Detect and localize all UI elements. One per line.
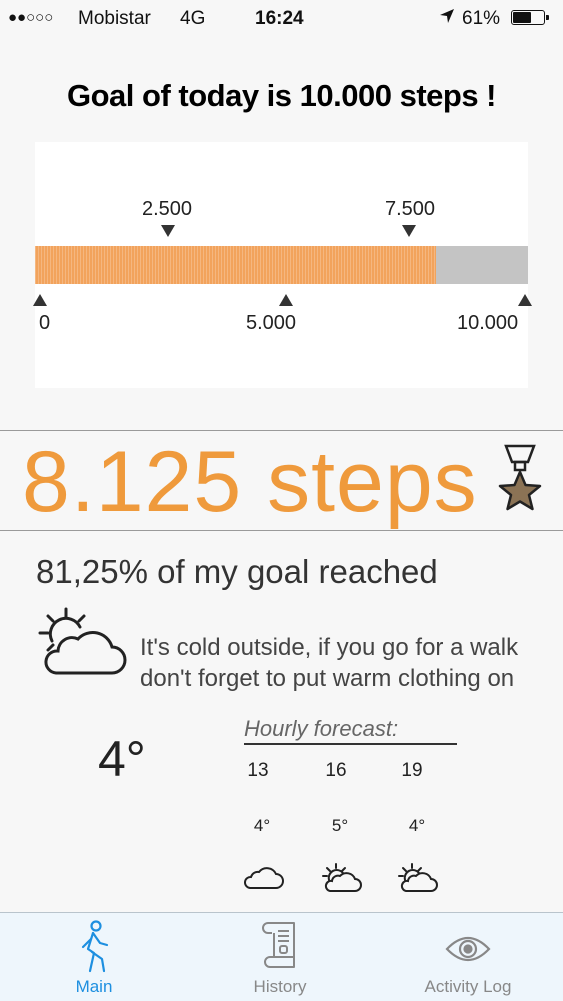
forecast-temp: 4° (253, 816, 271, 835)
progress-bar (35, 246, 528, 284)
forecast-temp: 4° (408, 816, 426, 835)
weather-message-line2: don't forget to put warm clothing on (140, 665, 515, 692)
tab-activity-log-label: Activity Log (424, 977, 512, 996)
partly-cloudy-icon (322, 863, 362, 892)
marker-down-arrow-icon (161, 225, 175, 237)
medal-icon (498, 444, 542, 511)
marker-label-5000: 5.000 (246, 312, 297, 334)
divider (0, 430, 563, 431)
hourly-underline (244, 743, 457, 745)
forecast-hour: 16 (325, 760, 347, 781)
forecast-hour: 19 (401, 760, 423, 781)
goal-title: Goal of today is 10.000 steps ! (67, 78, 497, 113)
marker-up-arrow-icon (518, 294, 532, 306)
forecast-temp: 5° (331, 816, 349, 835)
tab-activity-log[interactable]: Activity Log (398, 913, 538, 1001)
goal-reached-text: 81,25% of my goal reached (36, 553, 438, 590)
current-temperature: 4° (98, 731, 146, 787)
carrier-name: Mobistar (78, 8, 151, 29)
signal-strength: ●●○○○ (8, 9, 54, 26)
battery-percent: 61% (462, 8, 501, 29)
marker-label-7500: 7.500 (385, 198, 436, 220)
cloud-icon (244, 867, 284, 889)
hourly-forecast-title: Hourly forecast: (244, 716, 399, 741)
eye-icon (445, 936, 491, 962)
weather-message-line1: It's cold outside, if you go for a walk (140, 634, 519, 661)
tab-bar: Main History Activity Log (0, 912, 563, 1001)
forecast-hour: 13 (247, 760, 269, 781)
tab-main[interactable]: Main (24, 913, 164, 1001)
marker-label-2500: 2.500 (142, 198, 193, 220)
weather-message: It's cold outside, if you go for a walk … (140, 632, 518, 694)
tab-history[interactable]: History (210, 913, 350, 1001)
marker-up-arrow-icon (279, 294, 293, 306)
partly-cloudy-icon (398, 863, 438, 892)
marker-label-10000: 10.000 (457, 312, 519, 334)
status-bar: ●●○○○ Mobistar 4G 16:24 61% (0, 0, 563, 38)
location-arrow-icon (438, 7, 456, 31)
tab-main-label: Main (75, 977, 113, 996)
marker-label-0: 0 (39, 312, 51, 334)
tab-history-label: History (253, 977, 307, 996)
marker-up-arrow-icon (33, 294, 47, 306)
divider (0, 530, 563, 531)
network-type: 4G (180, 8, 206, 29)
scroll-icon (262, 922, 295, 968)
progress-bar-fill (35, 246, 436, 284)
battery-icon (511, 10, 549, 25)
clock: 16:24 (255, 8, 304, 29)
marker-down-arrow-icon (402, 225, 416, 237)
partly-cloudy-icon (38, 607, 127, 675)
step-count: 8.125 steps (22, 434, 478, 530)
walking-person-icon (81, 920, 109, 973)
